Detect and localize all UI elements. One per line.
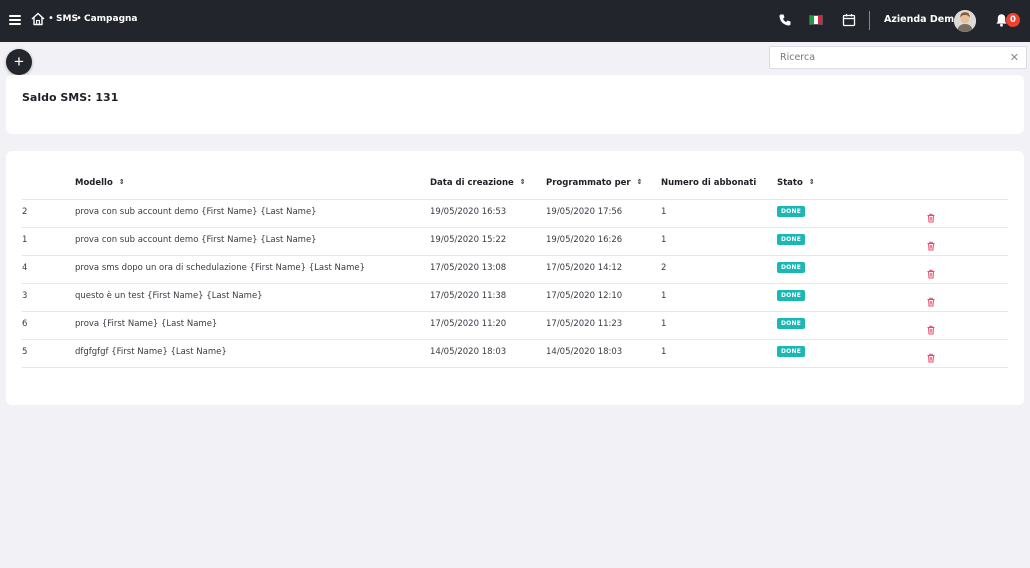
avatar[interactable] bbox=[954, 10, 976, 32]
trash-icon[interactable] bbox=[926, 208, 936, 223]
top-bar: • SMS • Campagna Azienda Demo 0 bbox=[0, 0, 1030, 42]
table-row[interactable]: 5 dfgfgfgf {First Name} {Last Name} 14/05/… bbox=[22, 339, 1008, 367]
row-id: 6 bbox=[22, 319, 28, 329]
status-badge: DONE bbox=[777, 206, 806, 217]
sort-icon[interactable]: ⇕ bbox=[520, 178, 526, 186]
home-icon[interactable] bbox=[31, 12, 45, 26]
row-scheduled: 17/05/2020 12:10 bbox=[546, 291, 623, 301]
row-scheduled: 19/05/2020 17:56 bbox=[546, 207, 623, 217]
sms-balance: Saldo SMS: 131 bbox=[22, 91, 119, 104]
sort-icon[interactable]: ⇕ bbox=[119, 178, 125, 186]
campaign-table: Modello ⇕ Data di creazione ⇕ Programmato … bbox=[6, 151, 1024, 405]
trash-icon[interactable] bbox=[926, 292, 936, 307]
row-created: 14/05/2020 18:03 bbox=[430, 347, 507, 357]
row-model[interactable]: prova sms dopo un ora di schedulazione {… bbox=[75, 263, 365, 273]
row-scheduled: 14/05/2020 18:03 bbox=[546, 347, 623, 357]
status-badge: DONE bbox=[777, 318, 806, 329]
company-name[interactable]: Azienda Demo bbox=[884, 14, 961, 25]
status-badge: DONE bbox=[777, 290, 806, 301]
row-created: 17/05/2020 13:08 bbox=[430, 263, 507, 273]
table-row[interactable]: 1 prova con sub account demo {First Name}… bbox=[22, 227, 1008, 255]
column-header-status[interactable]: Stato ⇕ bbox=[777, 178, 815, 188]
row-id: 1 bbox=[22, 235, 28, 245]
italian-flag-icon[interactable] bbox=[809, 15, 823, 25]
breadcrumb-item-sms[interactable]: SMS bbox=[56, 14, 78, 24]
sort-icon[interactable]: ⇕ bbox=[637, 178, 643, 186]
row-subscribers: 1 bbox=[661, 291, 667, 301]
table-row[interactable]: 4 prova sms dopo un ora di schedulazione … bbox=[22, 255, 1008, 283]
row-subscribers: 2 bbox=[661, 263, 667, 273]
row-scheduled: 17/05/2020 11:23 bbox=[546, 319, 623, 329]
row-model[interactable]: prova con sub account demo {First Name} … bbox=[75, 235, 317, 245]
calendar-icon[interactable] bbox=[842, 13, 856, 27]
row-divider bbox=[22, 367, 1008, 368]
row-subscribers: 1 bbox=[661, 207, 667, 217]
row-scheduled: 19/05/2020 16:26 bbox=[546, 235, 623, 245]
row-model[interactable]: dfgfgfgf {First Name} {Last Name} bbox=[75, 347, 227, 357]
row-id: 4 bbox=[22, 263, 28, 273]
breadcrumb-item-campagna: Campagna bbox=[84, 14, 138, 24]
row-model[interactable]: questo è un test {First Name} {Last Name… bbox=[75, 291, 263, 301]
table-row[interactable]: 6 prova {First Name} {Last Name} 17/05/202… bbox=[22, 311, 1008, 339]
row-created: 17/05/2020 11:38 bbox=[430, 291, 507, 301]
row-model[interactable]: prova con sub account demo {First Name} … bbox=[75, 207, 317, 217]
trash-icon[interactable] bbox=[926, 348, 936, 363]
breadcrumb-separator: • bbox=[48, 13, 54, 24]
row-id: 3 bbox=[22, 291, 28, 301]
notification-badge: 0 bbox=[1006, 13, 1020, 27]
column-header-scheduled[interactable]: Programmato per ⇕ bbox=[546, 178, 643, 188]
status-badge: DONE bbox=[777, 346, 806, 357]
trash-icon[interactable] bbox=[926, 236, 936, 251]
add-campaign-button[interactable]: + bbox=[6, 49, 32, 75]
row-id: 5 bbox=[22, 347, 28, 357]
sort-icon[interactable]: ⇕ bbox=[809, 178, 815, 186]
trash-icon[interactable] bbox=[926, 320, 936, 335]
clear-search-icon[interactable]: ✕ bbox=[1010, 51, 1019, 64]
row-subscribers: 1 bbox=[661, 347, 667, 357]
trash-icon[interactable] bbox=[926, 264, 936, 279]
search-box: ✕ bbox=[769, 46, 1027, 69]
row-created: 17/05/2020 11:20 bbox=[430, 319, 507, 329]
menu-icon[interactable] bbox=[9, 15, 21, 25]
table-row[interactable]: 2 prova con sub account demo {First Name}… bbox=[22, 199, 1008, 227]
row-id: 2 bbox=[22, 207, 28, 217]
balance-card: Saldo SMS: 131 bbox=[6, 75, 1024, 134]
phone-icon[interactable] bbox=[778, 13, 792, 27]
table-row[interactable]: 3 questo è un test {First Name} {Last Nam… bbox=[22, 283, 1008, 311]
row-scheduled: 17/05/2020 14:12 bbox=[546, 263, 623, 273]
breadcrumb-separator: • bbox=[76, 13, 82, 24]
column-header-model[interactable]: Modello ⇕ bbox=[75, 178, 125, 188]
row-subscribers: 1 bbox=[661, 235, 667, 245]
column-header-created[interactable]: Data di creazione ⇕ bbox=[430, 178, 526, 188]
column-header-subscribers: Numero di abbonati bbox=[661, 178, 757, 188]
row-subscribers: 1 bbox=[661, 319, 667, 329]
row-model[interactable]: prova {First Name} {Last Name} bbox=[75, 319, 217, 329]
row-created: 19/05/2020 16:53 bbox=[430, 207, 507, 217]
search-input[interactable] bbox=[770, 47, 1000, 68]
row-created: 19/05/2020 15:22 bbox=[430, 235, 507, 245]
status-badge: DONE bbox=[777, 234, 806, 245]
status-badge: DONE bbox=[777, 262, 806, 273]
topbar-divider bbox=[869, 11, 870, 30]
